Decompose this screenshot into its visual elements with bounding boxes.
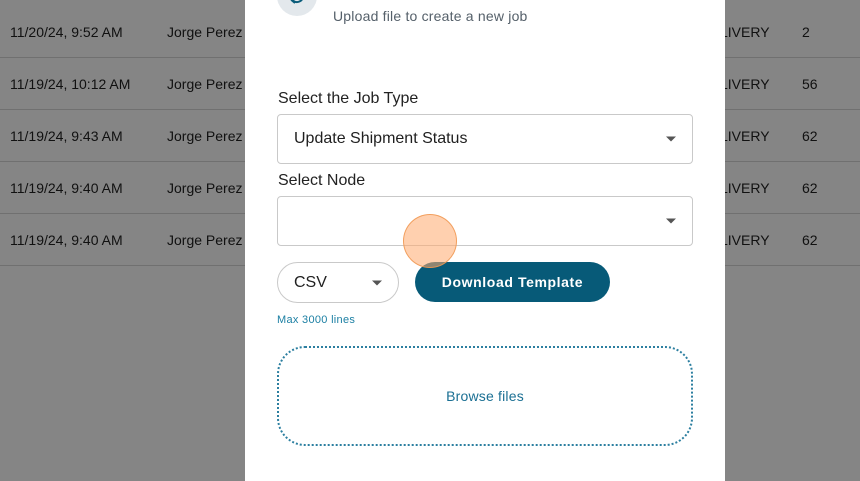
- file-dropzone[interactable]: Browse files: [277, 346, 693, 446]
- file-format-select[interactable]: CSV: [277, 262, 399, 303]
- job-type-select[interactable]: Update Shipment Status: [277, 114, 693, 164]
- click-indicator: [403, 214, 457, 268]
- max-lines-hint: Max 3000 lines: [277, 314, 356, 326]
- upload-sync-icon: [277, 0, 317, 16]
- chevron-down-icon: [666, 218, 676, 224]
- node-label: Select Node: [278, 172, 366, 189]
- modal-subtitle: Upload file to create a new job: [333, 8, 528, 24]
- job-type-label: Select the Job Type: [278, 90, 419, 107]
- browse-files-link[interactable]: Browse files: [446, 388, 524, 404]
- upload-job-modal: Upload file to create a new job Select t…: [245, 0, 725, 481]
- download-template-button[interactable]: Download Template: [415, 262, 610, 302]
- node-select[interactable]: [277, 196, 693, 246]
- job-type-value: Update Shipment Status: [294, 130, 468, 147]
- file-format-value: CSV: [294, 273, 327, 291]
- chevron-down-icon: [372, 280, 382, 285]
- chevron-down-icon: [666, 136, 676, 142]
